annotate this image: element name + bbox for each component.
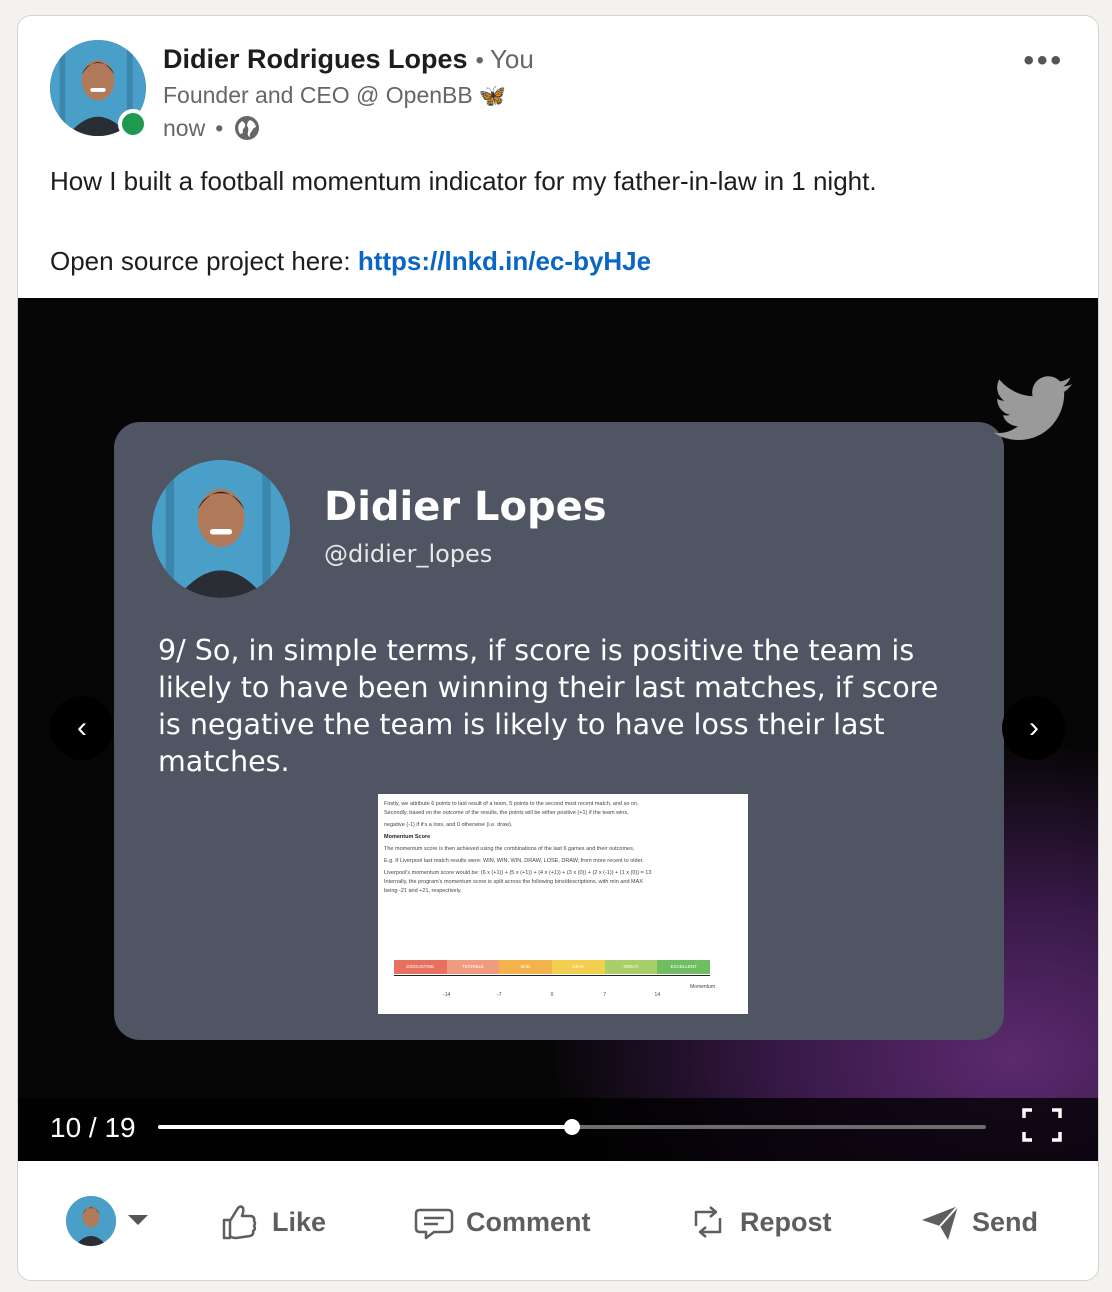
scale-axis bbox=[394, 975, 710, 976]
document-line: being -21 and +21, respectively. bbox=[384, 888, 462, 894]
document-line: negative (-1) if it's a loss, and 0 othe… bbox=[384, 822, 513, 828]
post-text-line: Open source project here: https://lnkd.i… bbox=[50, 246, 877, 276]
progress-handle[interactable] bbox=[564, 1119, 580, 1135]
post-meta: now • bbox=[163, 114, 261, 142]
butterfly-emoji: 🦋 bbox=[478, 83, 507, 108]
comment-button[interactable]: Comment bbox=[412, 1200, 591, 1244]
post-text-line: How I built a football momentum indicato… bbox=[50, 166, 877, 196]
post-time[interactable]: now bbox=[163, 115, 205, 142]
carousel-controls: 10 / 19 bbox=[18, 1098, 1098, 1161]
repost-label: Repost bbox=[740, 1206, 832, 1237]
author-headline: Founder and CEO @ OpenBB 🦋 bbox=[163, 82, 506, 109]
thumbs-up-icon bbox=[222, 1205, 257, 1240]
fullscreen-icon[interactable] bbox=[1022, 1108, 1062, 1142]
document-line: The momentum score is then achieved usin… bbox=[384, 846, 635, 852]
document-lines: Firstly, we attribute 6 points to last r… bbox=[384, 800, 742, 896]
progress-track[interactable] bbox=[158, 1119, 986, 1135]
next-slide-button[interactable]: › bbox=[1002, 696, 1066, 760]
slide-counter: 10 / 19 bbox=[50, 1112, 136, 1143]
tweet-slide: Didier Lopes @didier_lopes 9/ So, in sim… bbox=[114, 422, 1004, 1040]
scale-tick-label: -7 bbox=[497, 992, 502, 998]
scale-segment: GREAT bbox=[604, 960, 658, 974]
globe-icon bbox=[233, 114, 261, 142]
post-card: Didier Rodrigues Lopes • You Founder and C… bbox=[17, 15, 1099, 1281]
separator-dot: • bbox=[215, 114, 224, 141]
scale-segment: TERRIBLE bbox=[446, 960, 500, 974]
post-actions-bar: Like Comment Repost Send bbox=[18, 1162, 1098, 1280]
progress-fill bbox=[158, 1125, 572, 1129]
tweet-text: 9/ So, in simple terms, if score is posi… bbox=[158, 634, 939, 778]
separator-dot: • bbox=[475, 47, 484, 74]
tweet-avatar bbox=[152, 460, 290, 598]
scale-segment: OKAY bbox=[552, 960, 605, 974]
tweet-author-name: Didier Lopes bbox=[324, 484, 607, 530]
author-line: Didier Rodrigues Lopes • You bbox=[163, 44, 534, 75]
document-line: E.g. If Liverpool last match results wer… bbox=[384, 858, 644, 864]
project-link[interactable]: https://lnkd.in/ec-byHJe bbox=[358, 246, 651, 276]
scale-segment: BAD bbox=[499, 960, 553, 974]
repost-button[interactable]: Repost bbox=[686, 1200, 832, 1244]
comment-label: Comment bbox=[466, 1206, 591, 1237]
tweet-handle: @didier_lopes bbox=[324, 540, 493, 568]
document-line: Internally, the program's momentum score… bbox=[384, 879, 643, 885]
online-status-indicator bbox=[118, 109, 148, 139]
post-text-prefix: Open source project here: bbox=[50, 246, 358, 276]
scale-ticks: -14 -7 0 7 14 bbox=[394, 992, 710, 1002]
actor-avatar[interactable] bbox=[66, 1196, 116, 1246]
scale-segment: DISGUSTING bbox=[394, 960, 447, 974]
scale-axis-label: Momentum bbox=[690, 984, 716, 990]
scale-tick-label: 7 bbox=[603, 992, 607, 998]
scale-tick-label: 14 bbox=[654, 992, 661, 998]
document-line: Momentum Score bbox=[384, 834, 431, 840]
like-label: Like bbox=[272, 1206, 327, 1237]
send-button[interactable]: Send bbox=[918, 1200, 1038, 1244]
more-options-icon[interactable]: ••• bbox=[1023, 44, 1064, 78]
scale-tick-label: -14 bbox=[443, 992, 451, 998]
document-line: Firstly, we attribute 6 points to last r… bbox=[384, 801, 639, 807]
document-line: Secondly, based on the outcome of the re… bbox=[384, 810, 629, 816]
scale-segment: EXCELLENT bbox=[657, 960, 711, 974]
headline-text: Founder and CEO @ OpenBB bbox=[163, 82, 473, 108]
send-icon bbox=[922, 1205, 959, 1240]
momentum-scale: DISGUSTING TERRIBLE BAD OKAY GREAT EXCELLENT bbox=[394, 960, 711, 974]
document-line: Liverpool's momentum score would be: (6 … bbox=[384, 870, 652, 876]
comment-icon bbox=[414, 1208, 454, 1240]
chevron-down-icon[interactable] bbox=[128, 1215, 148, 1225]
scale-tick-label: 0 bbox=[550, 992, 554, 998]
previous-slide-button[interactable]: ‹ bbox=[50, 696, 114, 760]
carousel-media[interactable]: Didier Lopes @didier_lopes 9/ So, in sim… bbox=[18, 298, 1098, 1161]
like-button[interactable]: Like bbox=[218, 1200, 326, 1244]
author-name[interactable]: Didier Rodrigues Lopes bbox=[163, 44, 468, 74]
repost-icon bbox=[694, 1206, 722, 1238]
embedded-document-image: Firstly, we attribute 6 points to last r… bbox=[378, 794, 748, 1014]
twitter-bird-icon bbox=[993, 376, 1073, 440]
send-label: Send bbox=[972, 1206, 1039, 1237]
relationship-label: You bbox=[489, 44, 534, 74]
